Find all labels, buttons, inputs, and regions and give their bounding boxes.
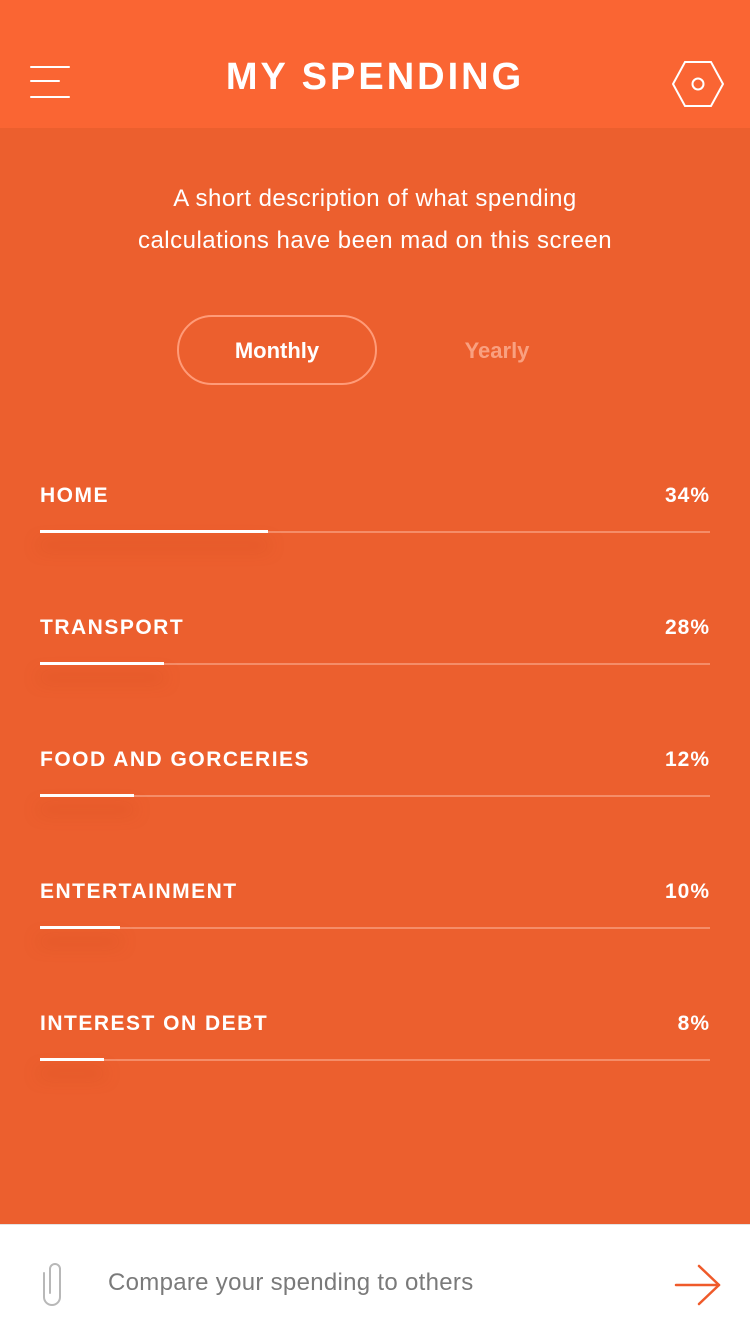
- category-label: TRANSPORT: [40, 616, 185, 639]
- page-title: MY SPENDING: [225, 56, 525, 98]
- category-label: HOME: [40, 484, 109, 507]
- category-percentage: 34%: [664, 484, 710, 507]
- arrow-right-icon[interactable]: [672, 1263, 724, 1307]
- category-percentage: 10%: [664, 880, 710, 903]
- compare-footer[interactable]: Compare your spending to others: [0, 1224, 750, 1334]
- progress-bar: [40, 530, 268, 533]
- category-label: INTEREST ON DEBT: [40, 1012, 269, 1035]
- category-label: ENTERTAINMENT: [40, 880, 238, 903]
- spending-row-interest-on-debt: INTEREST ON DEBT 8%: [40, 1012, 710, 1102]
- category-label: FOOD AND GORCERIES: [40, 748, 311, 771]
- spending-row-transport: TRANSPORT 28%: [40, 616, 710, 706]
- tab-yearly[interactable]: Yearly: [397, 315, 597, 385]
- category-percentage: 12%: [664, 748, 710, 771]
- progress-track: [40, 927, 710, 929]
- description-line-1: A short description of what spending: [173, 185, 577, 212]
- page-description: A short description of what spending cal…: [75, 178, 675, 262]
- app-header: MY SPENDING: [0, 0, 750, 128]
- compare-spending-text: Compare your spending to others: [108, 1269, 474, 1296]
- progress-bar: [40, 662, 164, 665]
- spending-row-entertainment: ENTERTAINMENT 10%: [40, 880, 710, 970]
- tab-monthly[interactable]: Monthly: [177, 315, 377, 385]
- category-percentage: 8%: [677, 1012, 710, 1035]
- progress-track: [40, 795, 710, 797]
- paperclip-icon: [43, 1263, 61, 1306]
- category-percentage: 28%: [664, 616, 710, 639]
- spending-row-home: HOME 34%: [40, 484, 710, 574]
- hexagon-settings-icon[interactable]: [672, 58, 724, 110]
- progress-bar: [40, 1058, 104, 1061]
- progress-bar: [40, 794, 134, 797]
- progress-bar: [40, 926, 121, 929]
- spending-row-food-and-groceries: FOOD AND GORCERIES 12%: [40, 748, 710, 838]
- progress-track: [40, 1059, 710, 1061]
- description-line-2: calculations have been mad on this scree…: [137, 227, 613, 254]
